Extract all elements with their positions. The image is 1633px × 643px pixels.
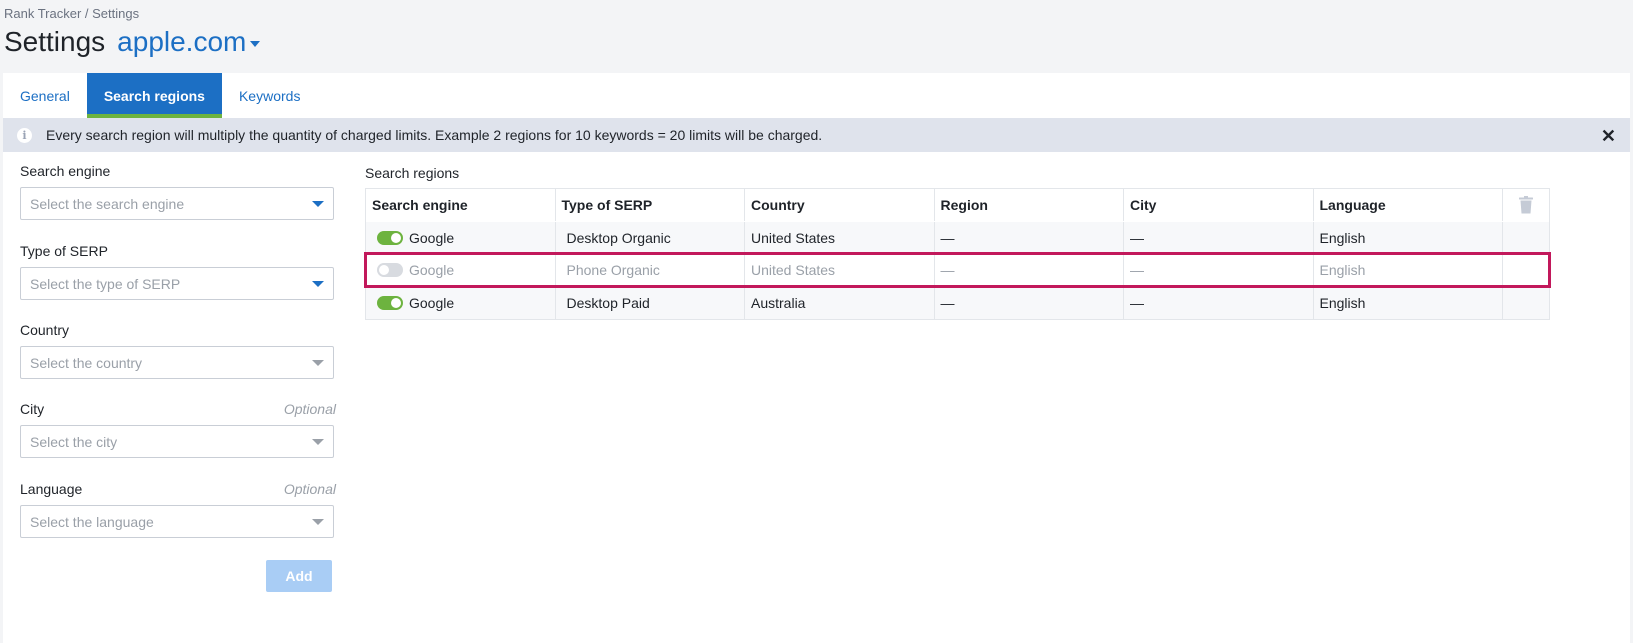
serp-cell: Desktop Organic: [556, 222, 745, 254]
serp-select[interactable]: Select the type of SERP: [20, 267, 334, 300]
chevron-down-icon: [312, 519, 324, 525]
column-header[interactable]: Search engine: [366, 189, 556, 221]
region-cell: —: [935, 222, 1124, 254]
table-header: Search engine Type of SERP Country Regio…: [366, 189, 1549, 221]
country-cell: United States: [745, 254, 935, 286]
language-cell: English: [1314, 254, 1503, 286]
close-icon[interactable]: ✕: [1601, 126, 1616, 147]
serp-field: Type of SERP Select the type of SERP: [20, 243, 334, 300]
country-cell: Australia: [745, 287, 935, 319]
page-title: Settings: [4, 26, 106, 57]
row-actions: [1503, 255, 1549, 287]
city-optional: Optional: [283, 401, 336, 417]
engine-field: Search engine Select the search engine: [20, 163, 334, 220]
column-header[interactable]: Country: [745, 189, 935, 221]
column-header[interactable]: Language: [1314, 189, 1503, 221]
engine-value: Google: [409, 294, 455, 311]
region-cell: —: [935, 287, 1124, 319]
serp-cell: Desktop Paid: [556, 287, 745, 319]
engine-placeholder: Select the search engine: [30, 195, 185, 212]
city-field: City Optional Select the city: [20, 401, 336, 458]
regions-table: Search engine Type of SERP Country Regio…: [364, 188, 1551, 320]
language-field: Language Optional Select the language: [20, 481, 336, 538]
enable-toggle[interactable]: [377, 263, 403, 278]
tab-general[interactable]: General: [3, 73, 87, 118]
serp-placeholder: Select the type of SERP: [30, 275, 181, 292]
city-select[interactable]: Select the city: [20, 425, 334, 458]
city-cell: —: [1124, 254, 1314, 286]
engine-cell: Google: [366, 222, 556, 254]
enable-toggle[interactable]: [377, 295, 403, 310]
regions-title: Search regions: [365, 165, 460, 181]
chevron-down-icon: [312, 201, 324, 207]
language-cell: English: [1314, 222, 1503, 254]
city-placeholder: Select the city: [30, 433, 118, 450]
region-cell: —: [935, 254, 1124, 286]
language-optional: Optional: [283, 481, 336, 497]
info-icon: i: [17, 127, 32, 143]
column-header[interactable]: Region: [935, 189, 1124, 221]
chevron-down-icon: [312, 281, 324, 287]
language-cell: English: [1314, 287, 1503, 319]
engine-select[interactable]: Select the search engine: [20, 187, 334, 220]
engine-cell: Google: [366, 287, 556, 319]
tab-keywords[interactable]: Keywords: [222, 73, 317, 118]
breadcrumb: Rank Tracker / Settings: [4, 6, 140, 21]
table-row[interactable]: Google Phone Organic United States — — E…: [364, 251, 1551, 288]
engine-value: Google: [409, 262, 455, 279]
table-row[interactable]: Google Desktop Organic United States — —…: [366, 221, 1549, 254]
country-select[interactable]: Select the country: [20, 346, 334, 379]
row-actions: [1503, 287, 1549, 319]
project-name: apple.com: [117, 26, 247, 57]
info-notice: i Every search region will multiply the …: [3, 118, 1630, 152]
chevron-down-icon: [312, 439, 324, 445]
serp-label: Type of SERP: [20, 243, 108, 259]
project-selector[interactable]: apple.com: [117, 26, 261, 58]
city-cell: —: [1124, 222, 1314, 254]
column-header[interactable]: Type of SERP: [556, 189, 745, 221]
chevron-down-icon: [312, 360, 324, 366]
chevron-down-icon: [250, 41, 261, 47]
delete-all-button[interactable]: [1503, 189, 1549, 221]
row-actions: [1503, 222, 1549, 254]
settings-panel: General Search regions Keywords i Every …: [3, 73, 1630, 643]
tab-search-regions[interactable]: Search regions: [86, 73, 222, 118]
title-row: Settings apple.com: [4, 26, 261, 58]
tab-bar: General Search regions Keywords: [3, 73, 317, 118]
country-field: Country Select the country: [20, 322, 334, 379]
engine-label: Search engine: [20, 163, 111, 179]
notice-text: Every search region will multiply the qu…: [46, 127, 823, 143]
engine-cell: Google: [366, 254, 556, 286]
add-button[interactable]: Add: [266, 560, 332, 592]
country-placeholder: Select the country: [30, 354, 143, 371]
country-cell: United States: [745, 222, 935, 254]
language-select[interactable]: Select the language: [20, 505, 334, 538]
country-label: Country: [20, 322, 70, 338]
engine-value: Google: [409, 229, 455, 246]
enable-toggle[interactable]: [377, 230, 403, 245]
city-cell: —: [1124, 287, 1314, 319]
language-placeholder: Select the language: [30, 513, 154, 530]
table-row[interactable]: Google Desktop Paid Australia — — Englis…: [366, 286, 1549, 319]
serp-cell: Phone Organic: [556, 254, 745, 286]
column-header[interactable]: City: [1124, 189, 1314, 221]
trash-icon: [1519, 196, 1533, 214]
